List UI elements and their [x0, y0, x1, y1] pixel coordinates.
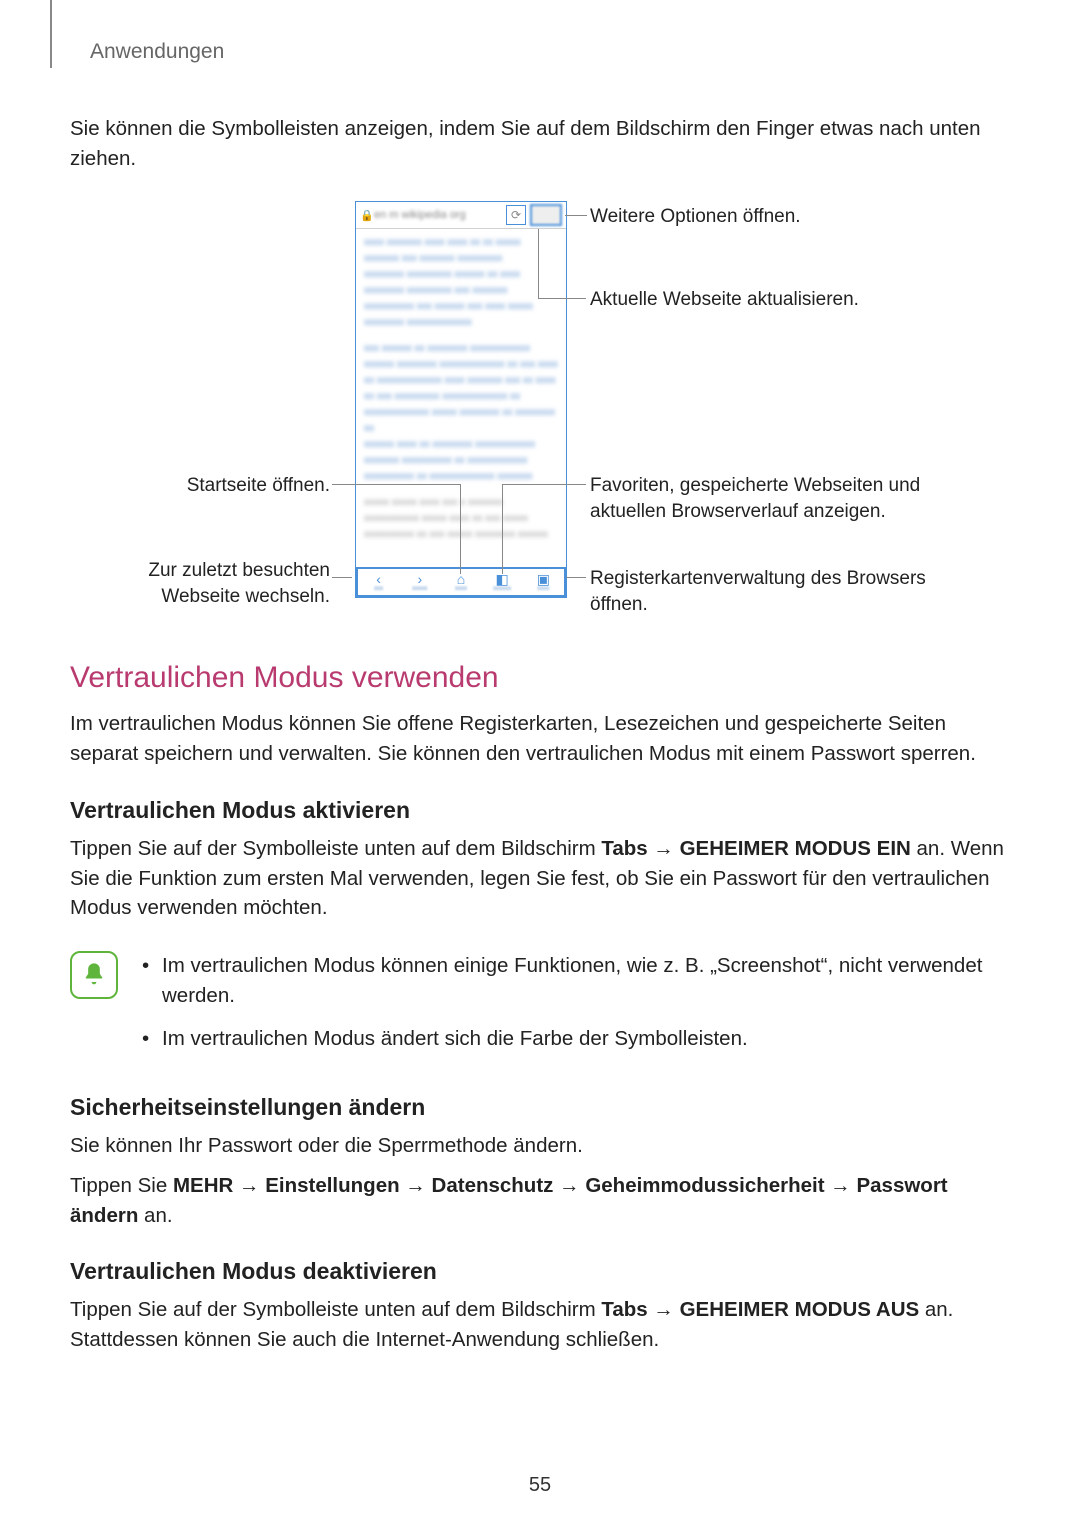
secret-mode-paragraph: Im vertraulichen Modus können Sie offene… [70, 709, 1010, 768]
bold-tabs: Tabs [601, 1298, 647, 1321]
note-list: Im vertraulichen Modus können einige Fun… [138, 951, 1010, 1068]
heading-secret-mode: Vertraulichen Modus verwenden [70, 661, 1010, 695]
callout-bookmarks: Favoriten, gespeicherte Webseiten und ak… [590, 473, 950, 524]
arrow: → [825, 1174, 857, 1197]
bold-tabs: Tabs [601, 837, 647, 860]
bold-more: MEHR [173, 1174, 233, 1197]
security-p1: Sie können Ihr Passwort oder die Sperrme… [70, 1131, 1010, 1161]
phone-mockup: 🔒 en m wikipedia org ⟳ xxxx xxxxxxx xxxx… [355, 201, 567, 598]
browser-diagram: 🔒 en m wikipedia org ⟳ xxxx xxxxxxx xxxx… [70, 201, 1010, 631]
url-bar: 🔒 en m wikipedia org ⟳ [356, 202, 566, 229]
leader-line [502, 484, 503, 574]
more-button-highlight [530, 204, 562, 226]
bold-secret-off: GEHEIMER MODUS AUS [680, 1298, 920, 1321]
leader-line [566, 484, 586, 485]
heading-security: Sicherheitseinstellungen ändern [70, 1094, 1010, 1121]
leader-line [566, 577, 586, 578]
blurred-text: xxxx xxxxxxx xxxx xxxx xx xx xxxxxxxxxxx… [364, 235, 558, 331]
chapter-title: Anwendungen [90, 40, 1010, 64]
note-item: Im vertraulichen Modus ändert sich die F… [138, 1024, 1010, 1054]
tabs-icon: ▣xxxx [534, 572, 552, 592]
text: an. [138, 1204, 172, 1227]
leader-line [538, 229, 539, 299]
page-number: 55 [0, 1474, 1080, 1497]
arrow: → [233, 1174, 265, 1197]
arrow: → [648, 1298, 680, 1321]
text: Tippen Sie auf der Symbolleiste unten au… [70, 837, 601, 860]
bottom-toolbar-highlight: ‹xxx ›xxxxx ⌂xxxx ◧xxxxxx ▣xxxx [356, 567, 566, 597]
intro-paragraph: Sie können die Symbolleisten anzeigen, i… [70, 114, 1010, 173]
note-block: Im vertraulichen Modus können einige Fun… [70, 951, 1010, 1068]
note-item: Im vertraulichen Modus können einige Fun… [138, 951, 1010, 1010]
leader-line [502, 484, 566, 485]
callout-tabs: Registerkartenverwaltung des Browsers öf… [590, 566, 950, 617]
arrow: → [648, 837, 680, 860]
refresh-button-highlight: ⟳ [506, 205, 526, 225]
lock-icon: 🔒 [360, 209, 370, 222]
callout-refresh: Aktuelle Webseite aktualisieren. [590, 287, 950, 313]
blurred-text: xxxxx xxxxx xxxx xxx x xxxxxxxxxxxxxxxxx… [364, 495, 558, 543]
leader-line [332, 484, 352, 485]
home-icon: ⌂xxxx [452, 572, 470, 592]
heading-activate: Vertraulichen Modus aktivieren [70, 797, 1010, 824]
forward-icon: ›xxxxx [411, 572, 429, 592]
leader-line [565, 215, 587, 216]
leader-line [538, 298, 586, 299]
phone-content: xxxx xxxxxxx xxxx xxxx xx xx xxxxxxxxxxx… [356, 229, 566, 583]
manual-page: Anwendungen Sie können die Symbolleisten… [0, 0, 1080, 1527]
deactivate-paragraph: Tippen Sie auf der Symbolleiste unten au… [70, 1295, 1010, 1354]
leader-line [460, 484, 461, 574]
arrow: → [400, 1174, 432, 1197]
blurred-text: xxx xxxxxx xx xxxxxxxx xxxxxxxxxxxxxxxxx… [364, 341, 558, 485]
callout-home: Startseite öffnen. [70, 473, 330, 499]
header-rule [50, 0, 52, 68]
bold-secret-security: Geheimmodussicherheit [585, 1174, 824, 1197]
arrow: → [553, 1174, 585, 1197]
leader-line [332, 577, 352, 578]
bold-secret-on: GEHEIMER MODUS EIN [680, 837, 911, 860]
text: Tippen Sie [70, 1174, 173, 1197]
security-p2: Tippen Sie MEHR → Einstellungen → Datens… [70, 1171, 1010, 1230]
leader-line [352, 484, 460, 485]
callout-back: Zur zuletzt besuchten Webseite wechseln. [70, 558, 330, 609]
url-text: en m wikipedia org [370, 209, 506, 221]
bell-note-icon [70, 951, 118, 999]
bold-settings: Einstellungen [265, 1174, 399, 1197]
heading-deactivate: Vertraulichen Modus deaktivieren [70, 1258, 1010, 1285]
bold-privacy: Datenschutz [432, 1174, 554, 1197]
back-icon: ‹xxx [370, 572, 388, 592]
activate-paragraph: Tippen Sie auf der Symbolleiste unten au… [70, 834, 1010, 923]
text: Tippen Sie auf der Symbolleiste unten au… [70, 1298, 601, 1321]
bookmark-icon: ◧xxxxxx [493, 572, 511, 592]
callout-more-options: Weitere Optionen öffnen. [590, 204, 950, 230]
